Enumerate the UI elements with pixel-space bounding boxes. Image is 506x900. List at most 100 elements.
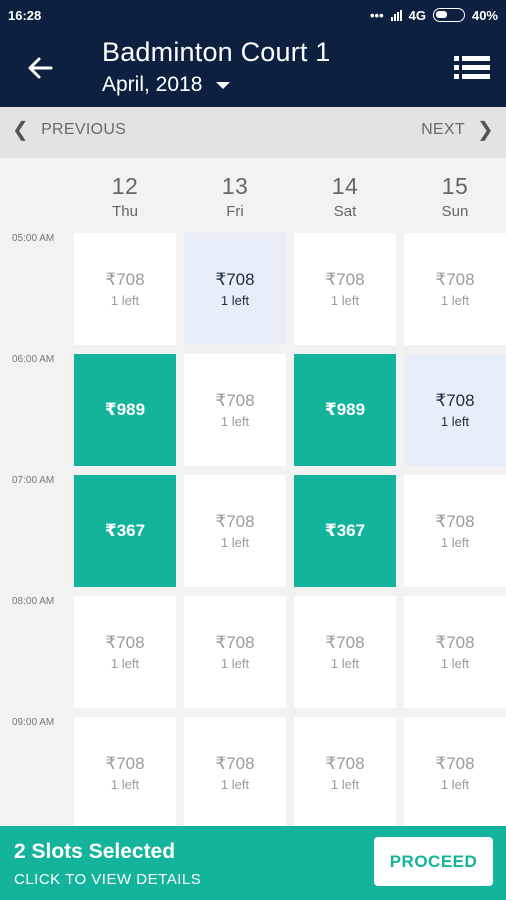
slot-price: ₹708 xyxy=(435,512,475,531)
time-slot[interactable]: ₹708 1 left xyxy=(404,475,506,587)
slot-availability: 1 left xyxy=(440,293,470,308)
chevron-right-icon: ❯ xyxy=(476,119,494,141)
slot-price: ₹708 xyxy=(215,512,255,531)
week-navigation: ❮ PREVIOUS NEXT ❯ xyxy=(0,107,506,158)
day-number: 13 xyxy=(221,173,249,199)
slot-price: ₹367 xyxy=(104,521,146,540)
day-header: 14 Sat xyxy=(294,173,396,220)
dropdown-caret-icon xyxy=(216,81,231,89)
month-selector[interactable]: April, 2018 xyxy=(102,73,231,97)
back-button[interactable] xyxy=(20,50,60,86)
time-label: 08:00 AM xyxy=(12,596,55,607)
slot-availability: 1 left xyxy=(440,656,470,671)
time-slot[interactable]: ₹708 1 left xyxy=(184,354,286,466)
slot-availability: 1 left xyxy=(440,535,470,550)
day-number: 12 xyxy=(111,173,139,199)
time-slot[interactable]: ₹708 1 left xyxy=(294,596,396,708)
notification-dots-icon: ••• xyxy=(369,7,384,23)
slot-availability: 1 left xyxy=(220,535,250,550)
selection-footer[interactable]: 2 Slots Selected CLICK TO VIEW DETAILS P… xyxy=(0,826,506,900)
slot-price: ₹708 xyxy=(325,633,365,652)
back-arrow-icon xyxy=(28,57,53,79)
slot-price: ₹708 xyxy=(325,754,365,773)
slot-availability: 1 left xyxy=(110,293,140,308)
day-header: 12 Thu xyxy=(74,173,176,220)
previous-button[interactable]: ❮ PREVIOUS xyxy=(12,120,126,140)
time-slot[interactable]: ₹367 xyxy=(294,475,396,587)
time-slot[interactable]: ₹708 1 left xyxy=(404,233,506,345)
slot-price: ₹708 xyxy=(215,270,255,289)
time-slot[interactable]: ₹708 1 left xyxy=(184,233,286,345)
slot-availability: 1 left xyxy=(110,777,140,792)
month-label: April, 2018 xyxy=(102,73,203,96)
slot-availability: 1 left xyxy=(220,777,250,792)
slot-availability: 1 left xyxy=(110,656,140,671)
time-label: 07:00 AM xyxy=(12,475,55,486)
battery-level: 40% xyxy=(471,7,498,23)
app-bar: Badminton Court 1 April, 2018 xyxy=(0,30,506,107)
time-slot[interactable]: ₹708 1 left xyxy=(404,354,506,466)
slot-price: ₹367 xyxy=(324,521,366,540)
slot-availability: 1 left xyxy=(220,414,250,429)
previous-label: PREVIOUS xyxy=(41,121,127,138)
time-slot[interactable]: ₹708 1 left xyxy=(184,717,286,829)
slot-availability: 1 left xyxy=(330,293,360,308)
menu-button[interactable] xyxy=(452,52,492,84)
slot-availability: 1 left xyxy=(220,293,250,308)
time-slot[interactable]: ₹708 1 left xyxy=(294,717,396,829)
day-number: 14 xyxy=(331,173,359,199)
day-header: 15 Sun xyxy=(404,173,506,220)
slot-price: ₹708 xyxy=(435,270,475,289)
time-label: 05:00 AM xyxy=(12,233,55,244)
slot-price: ₹989 xyxy=(324,400,366,419)
time-slot[interactable]: ₹989 xyxy=(294,354,396,466)
time-label: 09:00 AM xyxy=(12,717,55,728)
slot-availability: 1 left xyxy=(440,777,470,792)
slot-price: ₹708 xyxy=(105,633,145,652)
slot-price: ₹989 xyxy=(104,400,146,419)
proceed-button[interactable]: PROCEED xyxy=(374,837,493,886)
slot-availability: 1 left xyxy=(440,414,470,429)
slot-price: ₹708 xyxy=(215,754,255,773)
view-details-link[interactable]: CLICK TO VIEW DETAILS xyxy=(14,871,201,888)
time-label: 06:00 AM xyxy=(12,354,55,365)
time-slot[interactable]: ₹708 1 left xyxy=(184,475,286,587)
slot-price: ₹708 xyxy=(105,270,145,289)
time-slot[interactable]: ₹708 1 left xyxy=(184,596,286,708)
slot-price: ₹708 xyxy=(435,754,475,773)
page-title: Badminton Court 1 xyxy=(102,37,331,67)
time-slot[interactable]: ₹708 1 left xyxy=(404,596,506,708)
day-header: 13 Fri xyxy=(184,173,286,220)
signal-icon xyxy=(390,9,402,21)
time-slot[interactable]: ₹989 xyxy=(74,354,176,466)
slot-price: ₹708 xyxy=(215,391,255,410)
slot-availability: 1 left xyxy=(220,656,250,671)
time-slot[interactable]: ₹708 1 left xyxy=(74,596,176,708)
next-label: NEXT xyxy=(421,121,465,138)
slot-price: ₹708 xyxy=(105,754,145,773)
slot-price: ₹708 xyxy=(435,633,475,652)
next-button[interactable]: NEXT ❯ xyxy=(421,120,494,140)
battery-icon xyxy=(432,8,465,22)
time-slot[interactable]: ₹708 1 left xyxy=(74,717,176,829)
status-time: 16:28 xyxy=(8,7,42,23)
slot-price: ₹708 xyxy=(325,270,365,289)
selected-count: 2 Slots Selected xyxy=(14,840,176,863)
day-name: Sun xyxy=(441,203,469,220)
slot-availability: 1 left xyxy=(330,656,360,671)
slot-price: ₹708 xyxy=(215,633,255,652)
network-type: 4G xyxy=(408,7,426,23)
day-number: 15 xyxy=(441,173,469,199)
chevron-left-icon: ❮ xyxy=(12,119,30,141)
day-name: Sat xyxy=(333,203,357,220)
slot-price: ₹708 xyxy=(435,391,475,410)
menu-list-icon xyxy=(454,56,490,79)
day-name: Fri xyxy=(226,203,244,220)
status-bar: 16:28 ••• 4G 40% xyxy=(0,0,506,30)
time-slot[interactable]: ₹367 xyxy=(74,475,176,587)
time-slot[interactable]: ₹708 1 left xyxy=(74,233,176,345)
time-slot[interactable]: ₹708 1 left xyxy=(404,717,506,829)
day-name: Thu xyxy=(112,203,138,220)
slot-availability: 1 left xyxy=(330,777,360,792)
time-slot[interactable]: ₹708 1 left xyxy=(294,233,396,345)
